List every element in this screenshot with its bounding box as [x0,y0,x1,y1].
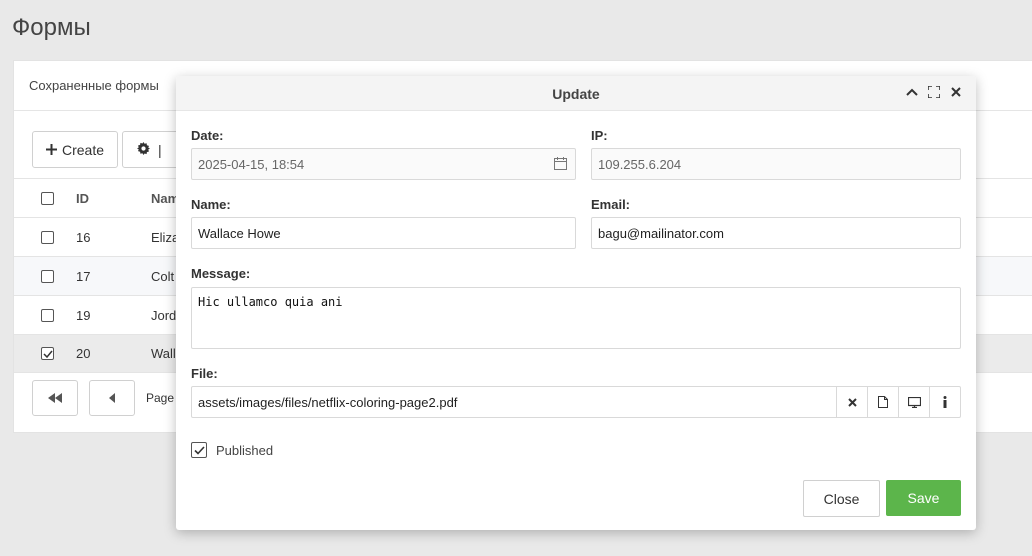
save-button[interactable]: Save [886,480,961,516]
close-button[interactable]: Close [803,480,880,517]
name-field[interactable]: Wallace Howe [191,217,576,249]
check-icon [193,445,205,455]
file-value: assets/images/files/netflix-coloring-pag… [198,394,458,410]
close-icon[interactable] [949,85,962,99]
first-page-button[interactable] [32,380,78,416]
name-value: Wallace Howe [198,225,281,241]
date-value: 2025-04-15, 18:54 [198,156,305,172]
cell-id: 16 [76,229,91,245]
ip-value: 109.255.6.204 [598,156,682,172]
file-field[interactable]: assets/images/files/netflix-coloring-pag… [191,386,961,418]
check-icon [42,350,53,358]
cell-id: 17 [76,268,91,284]
create-button-label: Create [61,141,105,158]
select-all-checkbox[interactable] [41,191,54,205]
dialog-header[interactable]: Update [176,76,976,111]
column-header-id[interactable]: ID [76,191,151,206]
cell-name: Eliza [151,229,180,245]
email-value: bagu@mailinator.com [598,225,724,241]
row-checkbox[interactable] [41,230,54,244]
row-checkbox[interactable] [41,347,54,360]
cell-id: 19 [76,307,91,323]
dialog-controls [905,85,962,99]
file-icon[interactable] [867,387,898,417]
row-checkbox[interactable] [41,269,54,283]
email-label: Email: [591,197,631,212]
create-button[interactable]: Create [32,131,118,168]
maximize-icon[interactable] [927,85,940,99]
prev-page-button[interactable] [89,380,135,416]
ip-label: IP: [591,128,608,143]
collapse-icon[interactable] [905,85,918,99]
published-label: Published [216,442,274,458]
message-textarea[interactable]: Hic ullamco quia ani [191,287,961,349]
date-field[interactable]: 2025-04-15, 18:54 [191,148,576,180]
published-toggle[interactable]: Published [191,442,273,458]
settings-dropdown-button[interactable]: | [122,131,182,168]
column-header-name[interactable]: Nam [151,191,179,206]
gear-icon [137,141,150,158]
page-title: Формы [12,14,91,41]
monitor-icon[interactable] [898,387,929,417]
date-label: Date: [191,128,224,143]
separator: | [158,141,162,158]
name-label: Name: [191,197,231,212]
clear-file-icon[interactable] [836,387,867,417]
page-label: Page [146,391,175,405]
cell-name: Colt [151,268,175,284]
published-checkbox[interactable] [191,442,207,458]
pager: Page [32,380,174,416]
plus-icon [45,142,57,158]
calendar-icon[interactable] [554,157,567,173]
file-actions [836,387,960,417]
row-checkbox[interactable] [41,308,54,322]
cell-id: 20 [76,346,91,361]
info-icon[interactable] [929,387,960,417]
left-arrow-icon [109,393,115,403]
dialog-title: Update [552,86,600,102]
double-left-arrow-icon [48,393,62,403]
message-label: Message: [191,266,251,281]
file-label: File: [191,366,218,381]
ip-field[interactable]: 109.255.6.204 [591,148,961,180]
grid-toolbar: Create | [32,131,182,168]
update-dialog: Update Date: 2025-04-15, 18:54 IP: 109.2… [176,76,976,530]
email-field[interactable]: bagu@mailinator.com [591,217,961,249]
